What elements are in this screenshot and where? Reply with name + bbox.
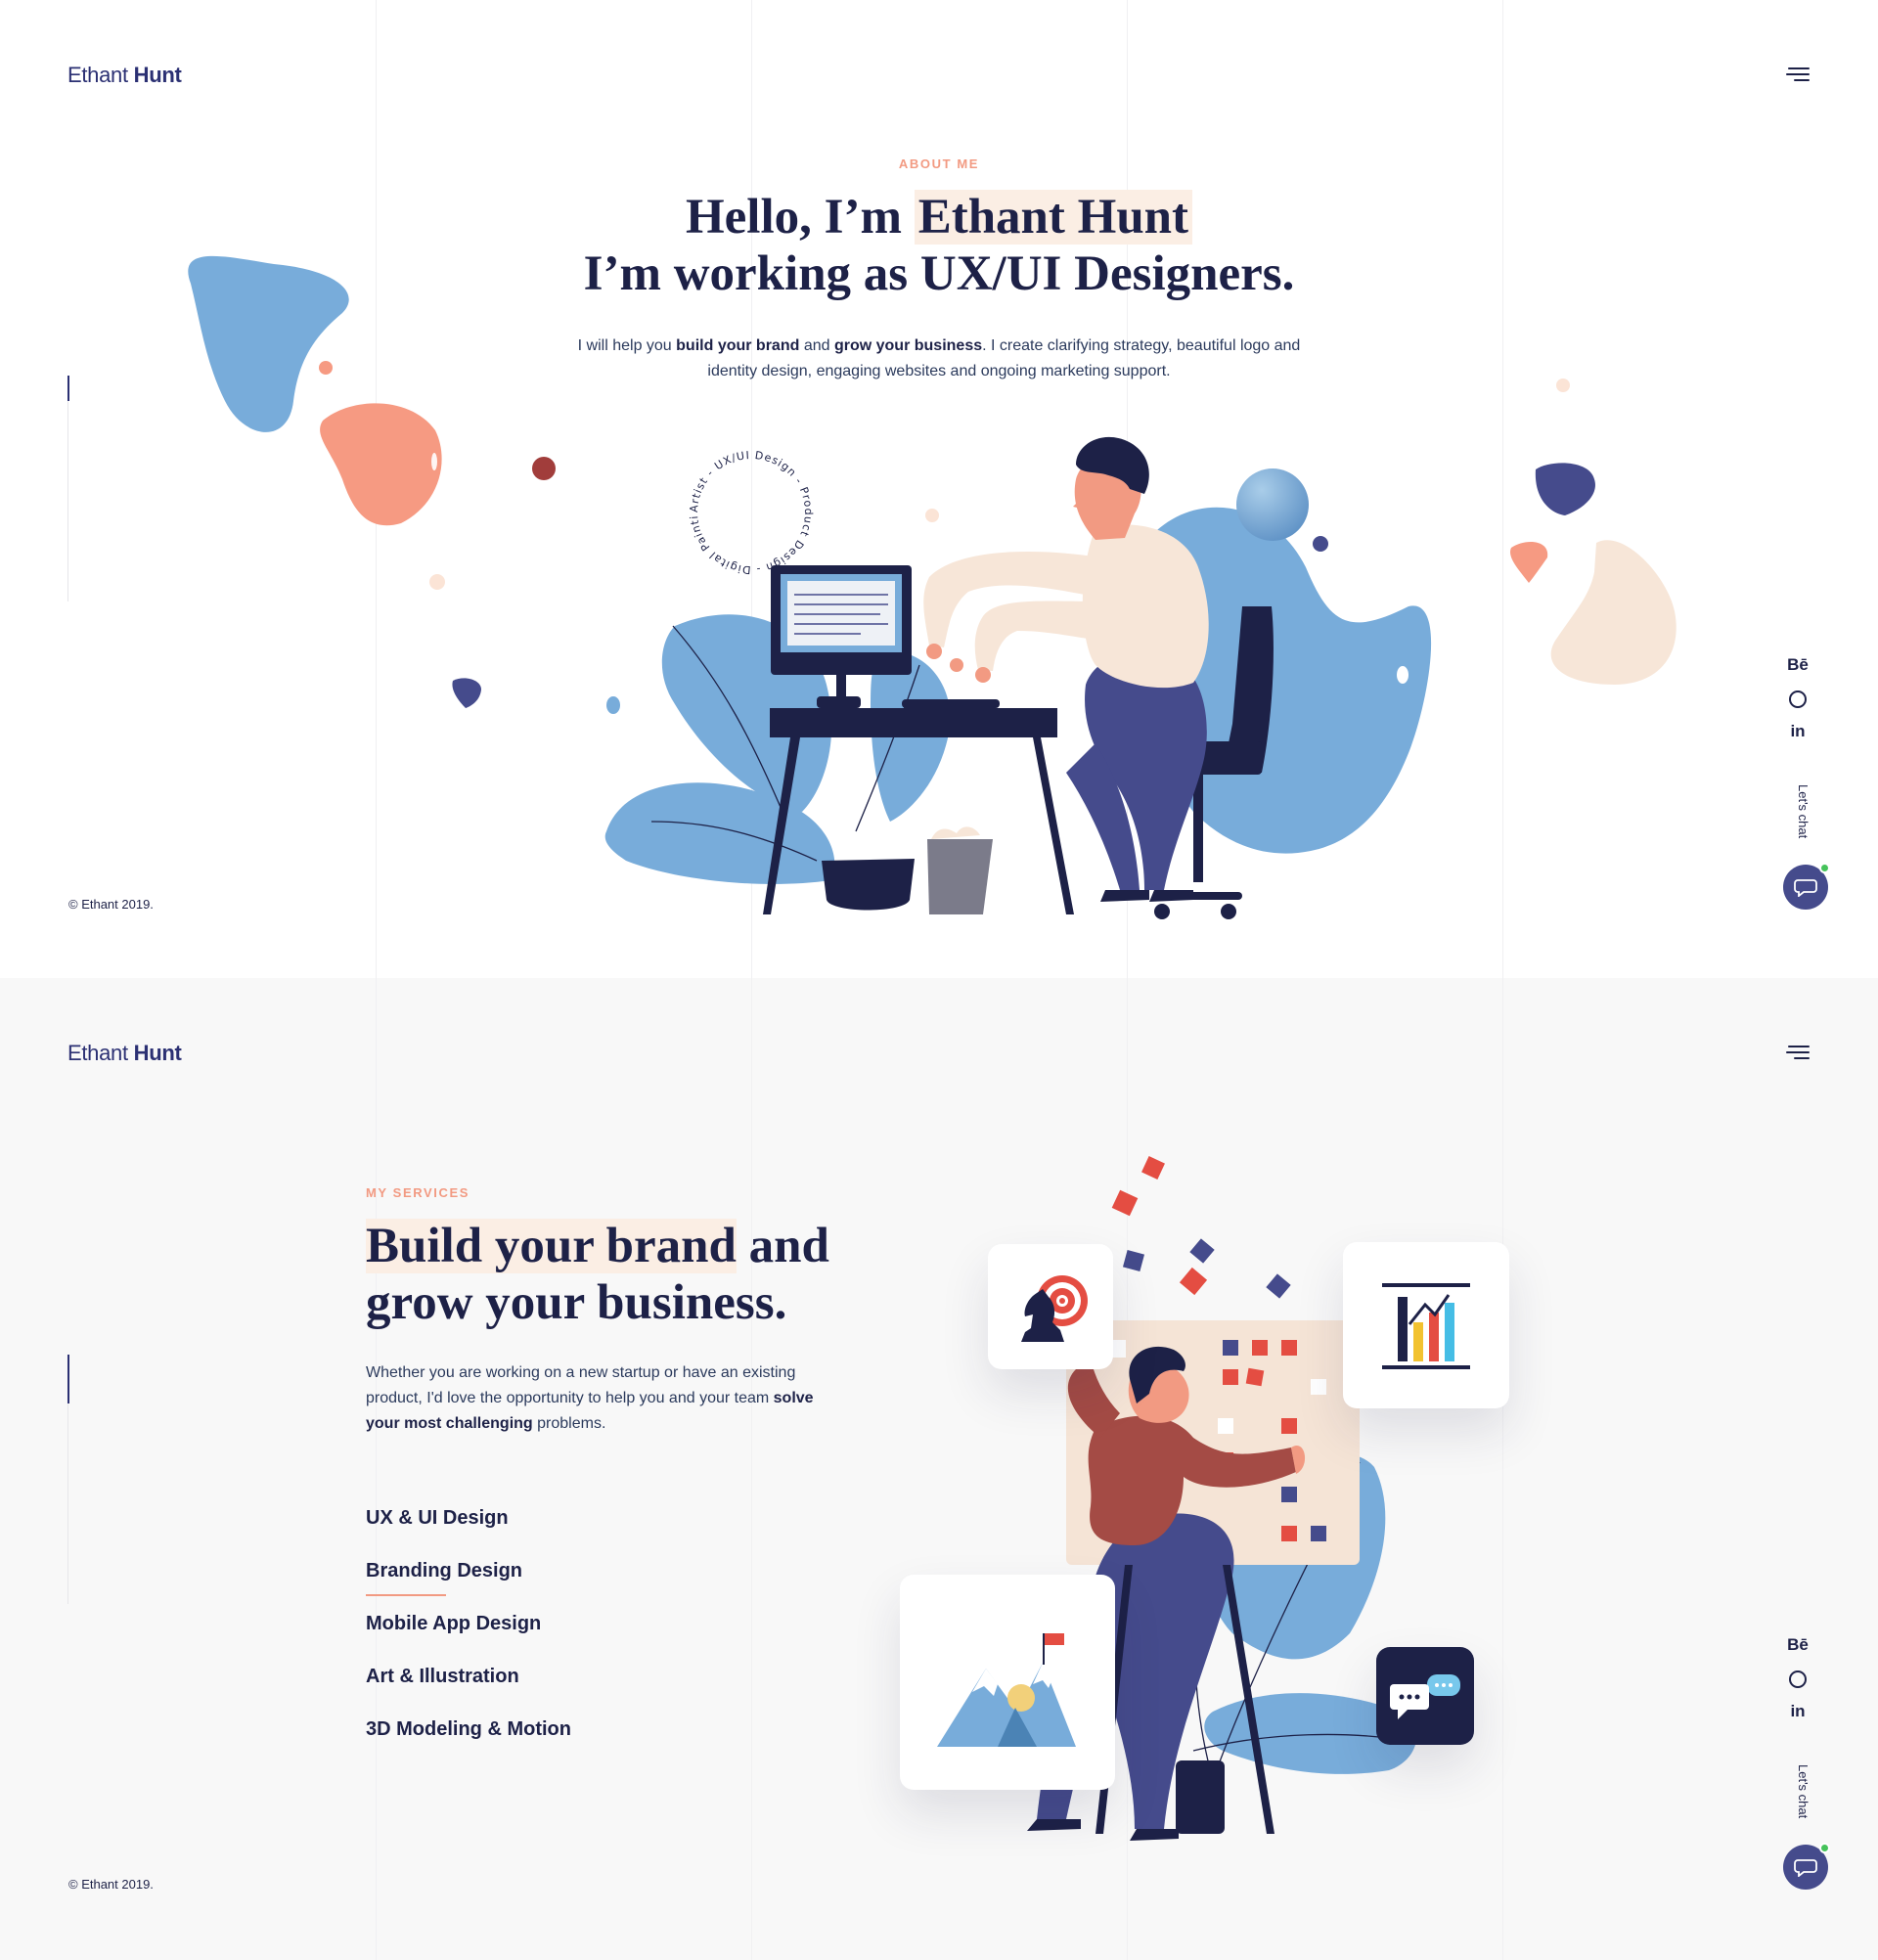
chat-label: Let's chat [1796, 784, 1811, 839]
service-item-ux-ui[interactable]: UX & UI Design [366, 1507, 874, 1560]
desc-text: Whether you are working on a new startup… [366, 1364, 796, 1406]
mountain-flag-icon [937, 1633, 1076, 1747]
linkedin-icon[interactable]: in [1786, 715, 1810, 748]
service-item-3d-modeling[interactable]: 3D Modeling & Motion [366, 1718, 874, 1771]
social-links: Bē in [1786, 648, 1810, 748]
strategy-card [988, 1244, 1113, 1369]
section-indicator-active [67, 1355, 69, 1403]
about-hero: ABOUT ME Hello, I’m Ethant Hunt I’m work… [0, 156, 1878, 384]
dribbble-icon[interactable] [1786, 1662, 1810, 1695]
dribbble-icon[interactable] [1786, 682, 1810, 715]
about-eyebrow: ABOUT ME [898, 156, 980, 171]
logo-first: Ethant [67, 1041, 134, 1065]
goals-card [900, 1575, 1115, 1790]
svg-text:Artist - UX/UI Design - Produc: Artist - UX/UI Design - Product Design -… [587, 430, 815, 576]
desc-text: I will help you [577, 337, 677, 354]
services-description: Whether you are working on a new startup… [366, 1360, 826, 1437]
behance-icon[interactable]: Bē [1786, 1628, 1810, 1662]
title-highlight: Ethant Hunt [914, 190, 1193, 245]
desc-text: and [799, 337, 834, 354]
desc-bold: build your brand [676, 337, 800, 354]
chat-icon [1794, 1859, 1817, 1877]
online-status-dot [1819, 1843, 1830, 1853]
chat-button[interactable] [1783, 863, 1830, 910]
speech-bubble-icon [1390, 1674, 1460, 1719]
message-card [1376, 1647, 1474, 1745]
online-status-dot [1819, 863, 1830, 873]
section-indicator-track [67, 1403, 68, 1604]
section-indicator [67, 1355, 69, 1604]
services-list: UX & UI Design Branding Design Mobile Ap… [366, 1507, 874, 1771]
title-line2: I’m working as UX/UI Designers. [583, 246, 1295, 301]
about-title: Hello, I’m Ethant Hunt I’m working as UX… [0, 189, 1878, 302]
services-content: MY SERVICES Build your brand and grow yo… [366, 1185, 874, 1771]
chess-target-icon [1021, 1275, 1088, 1342]
title-line2: grow your business. [366, 1275, 787, 1330]
services-section: Ethant Hunt © Ethant 2019. MY SERVICES B… [0, 978, 1878, 1960]
service-item-mobile-app[interactable]: Mobile App Design [366, 1613, 874, 1666]
designer-illustration: Artist - UX/UI Design - Product Design -… [587, 430, 1432, 919]
title-line1: Hello, I’m [685, 190, 915, 245]
social-links: Bē in [1786, 1628, 1810, 1728]
logo-last: Hunt [133, 1041, 182, 1065]
chat-label: Let's chat [1796, 1764, 1811, 1819]
service-item-branding[interactable]: Branding Design [366, 1560, 874, 1613]
title-line1-rest: and [736, 1219, 829, 1273]
about-description: I will help you build your brand and gro… [558, 334, 1320, 384]
service-item-art-illustration[interactable]: Art & Illustration [366, 1666, 874, 1718]
site-logo[interactable]: Ethant Hunt [67, 1041, 182, 1066]
circle-tagline: Artist - UX/UI Design - Product Design -… [587, 430, 814, 576]
title-highlight: Build your brand [366, 1219, 737, 1273]
desc-bold: grow your business [833, 337, 983, 354]
services-eyebrow: MY SERVICES [366, 1185, 470, 1200]
bar-chart-icon [1382, 1283, 1470, 1369]
behance-icon[interactable]: Bē [1786, 648, 1810, 682]
chat-icon [1794, 879, 1817, 897]
chat-button[interactable] [1783, 1843, 1830, 1890]
desc-text: problems. [532, 1415, 606, 1432]
about-section: Ethant Hunt © Ethant 2019. ABOUT ME Hell… [0, 0, 1878, 978]
copyright: © Ethant 2019. [68, 1877, 154, 1892]
linkedin-icon[interactable]: in [1786, 1695, 1810, 1728]
analytics-card [1343, 1242, 1509, 1408]
menu-icon[interactable] [1786, 1044, 1810, 1061]
services-title: Build your brand and grow your business. [366, 1218, 874, 1331]
